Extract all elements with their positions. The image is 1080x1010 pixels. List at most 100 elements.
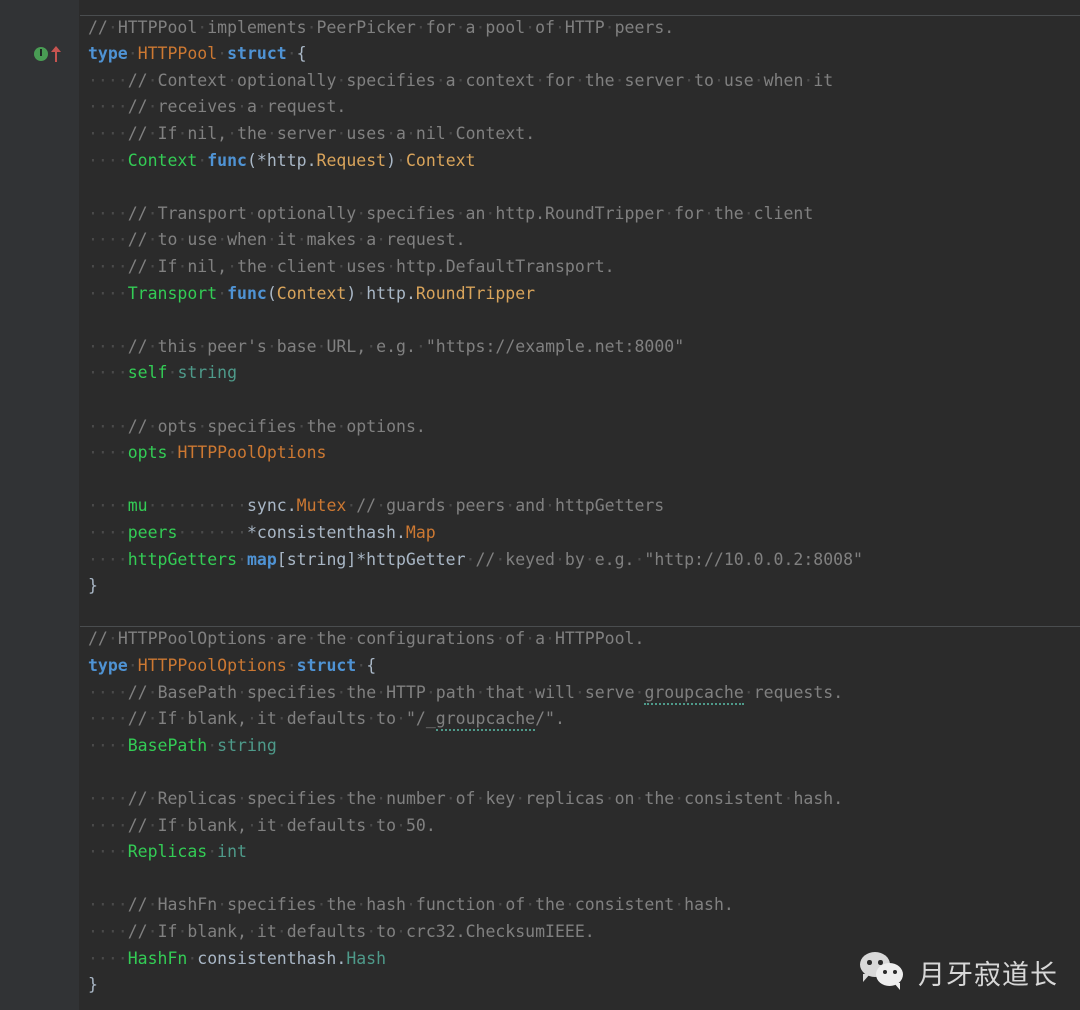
code-token: // <box>127 230 148 250</box>
code-line[interactable]: ····//·If·nil,·the·client·uses·http.Defa… <box>80 254 615 281</box>
code-token: hash. <box>793 789 844 808</box>
code-line[interactable]: ····httpGetters·map[string]*httpGetter·/… <box>80 547 863 574</box>
code-token: it <box>256 815 277 835</box>
code-line[interactable]: ····//·Transport·optionally·specifies·an… <box>80 201 813 228</box>
whitespace-marker: · <box>485 203 496 223</box>
code-line[interactable] <box>80 866 88 893</box>
whitespace-marker: · <box>396 709 406 729</box>
code-token: Context <box>127 150 198 170</box>
whitespace-marker: · <box>207 735 218 755</box>
code-line[interactable]: ····BasePath·string <box>80 733 277 760</box>
code-line[interactable] <box>80 999 88 1010</box>
code-token: HTTP <box>564 17 605 37</box>
code-token: defaults <box>286 922 367 941</box>
code-line[interactable]: ····//·If·nil,·the·server·uses·a·nil·Con… <box>80 121 535 148</box>
code-token: on <box>614 789 635 808</box>
whitespace-marker: · <box>366 709 377 729</box>
code-line[interactable]: ····//·opts·specifies·the·options. <box>80 414 426 441</box>
code-token: RoundTripper <box>415 283 536 303</box>
whitespace-marker: · <box>276 922 287 941</box>
code-line[interactable]: //·HTTPPoolOptions·are·the·configuration… <box>80 626 644 653</box>
code-line[interactable]: ····Transport·func(Context)·http.RoundTr… <box>80 281 535 308</box>
code-line[interactable]: ····Replicas·int <box>80 839 247 866</box>
code-token: options. <box>346 416 426 436</box>
code-line[interactable]: ····//·If·blank,·it·defaults·to·50. <box>80 813 436 840</box>
code-line[interactable]: ····//·to·use·when·it·makes·a·request. <box>80 227 466 254</box>
code-token: server <box>624 70 685 90</box>
whitespace-marker: · <box>127 656 138 675</box>
code-token: guards <box>386 496 446 516</box>
code-token: // <box>127 416 148 436</box>
code-line[interactable]: ····//·HashFn·specifies·the·hash·functio… <box>80 892 734 919</box>
code-token: are <box>276 629 307 649</box>
code-line[interactable]: ····self·string <box>80 360 237 387</box>
code-token: BasePath <box>127 735 208 755</box>
whitespace-marker: · <box>366 336 377 356</box>
code-line[interactable] <box>80 174 88 201</box>
code-token: for <box>674 203 704 223</box>
code-token: func <box>227 283 267 303</box>
code-line[interactable]: ····peers·······*consistenthash.Map <box>80 520 436 547</box>
code-line[interactable]: ····//·receives·a·request. <box>80 94 346 121</box>
code-line[interactable] <box>80 467 88 494</box>
whitespace-marker: ·········· <box>147 496 247 516</box>
whitespace-marker: ···· <box>88 842 128 862</box>
implemented-by-arrow-icon[interactable] <box>50 46 62 63</box>
whitespace-marker: · <box>107 629 118 649</box>
whitespace-marker: · <box>306 629 317 649</box>
code-line[interactable]: ····//·this·peer's·base·URL,·e.g.·"https… <box>80 334 684 361</box>
whitespace-marker: · <box>336 789 347 808</box>
whitespace-marker: ···· <box>88 124 128 143</box>
whitespace-marker: · <box>147 416 158 436</box>
whitespace-marker: · <box>753 70 764 90</box>
code-line[interactable]: } <box>80 972 98 999</box>
code-editor[interactable]: 3637383940414243444546474849505152535455… <box>0 0 1080 1010</box>
whitespace-marker: · <box>743 682 754 702</box>
code-line[interactable]: type·HTTPPoolOptions·struct·{ <box>80 653 376 680</box>
gutter-marker-row[interactable]: I <box>34 41 62 68</box>
code-line[interactable]: ····//·Replicas·specifies·the·number·of·… <box>80 786 843 813</box>
code-line[interactable] <box>80 307 88 334</box>
code-line[interactable]: } <box>80 573 98 600</box>
code-token: use <box>723 70 754 90</box>
code-token: configurations <box>356 629 496 649</box>
whitespace-marker: · <box>554 17 565 37</box>
code-line[interactable]: ····//·Context·optionally·specifies·a·co… <box>80 68 833 95</box>
code-content[interactable]: //·HTTPPool·implements·PeerPicker·for·a·… <box>80 0 1080 1010</box>
whitespace-marker: · <box>147 709 158 729</box>
code-token: peer's <box>207 336 267 356</box>
code-line[interactable]: type·HTTPPool·struct·{ <box>80 41 307 68</box>
code-token: // <box>127 124 148 143</box>
code-line[interactable] <box>80 600 88 627</box>
code-token: crc32.ChecksumIEEE. <box>405 922 595 941</box>
whitespace-marker: · <box>366 815 377 835</box>
whitespace-marker: · <box>147 203 158 223</box>
code-line[interactable] <box>80 759 88 786</box>
code-line[interactable]: ····//·BasePath·specifies·the·HTTP·path·… <box>80 680 843 707</box>
code-line[interactable]: ····Context·func(*http.Request)·Context <box>80 148 476 175</box>
whitespace-marker: · <box>127 44 138 64</box>
code-token: of <box>505 629 526 649</box>
code-token: (*http. <box>246 150 317 170</box>
whitespace-marker: · <box>246 203 257 223</box>
code-line[interactable]: ····//·If·blank,·it·defaults·to·crc32.Ch… <box>80 919 595 946</box>
code-line[interactable]: //·HTTPPool·implements·PeerPicker·for·a·… <box>80 15 674 42</box>
whitespace-marker: · <box>147 70 158 90</box>
code-token: number <box>386 789 446 808</box>
code-line[interactable] <box>80 387 88 414</box>
whitespace-marker: · <box>356 230 367 250</box>
code-line[interactable]: ····HashFn·consistenthash.Hash <box>80 946 386 973</box>
whitespace-marker: · <box>445 124 456 143</box>
code-line[interactable]: ····mu··········sync.Mutex·//·guards·pee… <box>80 493 664 520</box>
code-token: // <box>127 70 148 90</box>
code-token: 50. <box>405 815 436 835</box>
run-gutter-icon[interactable]: I <box>34 47 48 62</box>
whitespace-marker: · <box>177 230 188 250</box>
code-line[interactable]: ····opts·HTTPPoolOptions <box>80 440 326 467</box>
editor-gutter[interactable] <box>0 0 80 1010</box>
whitespace-marker: · <box>445 789 456 808</box>
whitespace-marker: ···· <box>88 150 128 170</box>
code-line[interactable] <box>80 0 88 15</box>
whitespace-marker: ···· <box>88 815 128 835</box>
code-line[interactable]: ····//·If·blank,·it·defaults·to·"/_group… <box>80 706 565 733</box>
